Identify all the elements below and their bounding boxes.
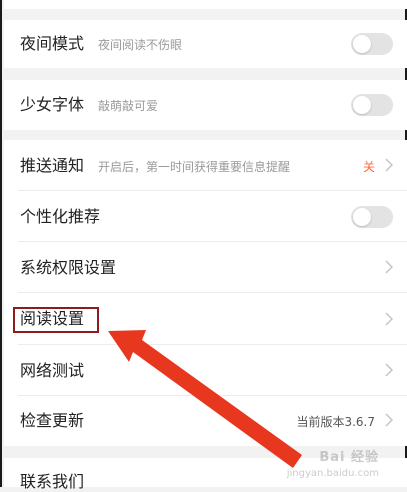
update-label: 检查更新 [20, 411, 85, 430]
watermark-brand: Bai 经验 [319, 450, 379, 465]
chevron-right-icon [385, 363, 393, 377]
chevron-right-icon [385, 312, 393, 326]
chevron-right-icon [385, 158, 393, 172]
personalized-label: 个性化推荐 [20, 207, 101, 226]
girl-font-label: 少女字体 [20, 95, 85, 114]
girl-font-subtitle: 敲萌敲可爱 [98, 99, 159, 113]
push-label: 推送通知 [20, 156, 85, 175]
toggle-knob [353, 35, 371, 53]
settings-row-night-mode[interactable]: 夜间模式 夜间阅读不伤眼 [4, 20, 407, 68]
push-subtitle: 开启后，第一时间获得重要信息提醒 [98, 160, 291, 174]
highlight-box [13, 307, 99, 333]
night-mode-toggle[interactable] [351, 33, 393, 55]
push-status-value: 关 [362, 160, 375, 174]
toggle-knob [353, 96, 371, 114]
personalized-toggle[interactable] [351, 206, 393, 228]
settings-row-girl-font[interactable]: 少女字体 敲萌敲可爱 [4, 80, 407, 130]
network-label: 网络测试 [20, 361, 85, 380]
permissions-label: 系统权限设置 [20, 258, 117, 277]
night-mode-subtitle: 夜间阅读不伤眼 [98, 38, 183, 52]
settings-row-push[interactable]: 推送通知 开启后，第一时间获得重要信息提醒 关 [4, 140, 407, 191]
settings-row-personalized[interactable]: 个性化推荐 [4, 191, 407, 242]
settings-row-permissions[interactable]: 系统权限设置 [4, 242, 407, 293]
girl-font-toggle[interactable] [351, 94, 393, 116]
settings-row-top-partial [4, 0, 407, 9]
settings-row-network[interactable]: 网络测试 [4, 345, 407, 396]
chevron-right-icon [385, 413, 393, 427]
night-mode-label: 夜间模式 [20, 34, 85, 53]
toggle-knob [353, 208, 371, 226]
watermark-url: jingyan.baidu.com [286, 468, 379, 479]
chevron-right-icon [385, 260, 393, 274]
settings-row-update[interactable]: 检查更新 当前版本3.6.7 [4, 396, 407, 446]
app-frame: 夜间模式 夜间阅读不伤眼 少女字体 敲萌敲可爱 推送通知 开启后，第一时间获得重… [0, 0, 407, 491]
contact-label: 联系我们 [20, 472, 85, 491]
version-value: 当前版本3.6.7 [296, 415, 375, 429]
